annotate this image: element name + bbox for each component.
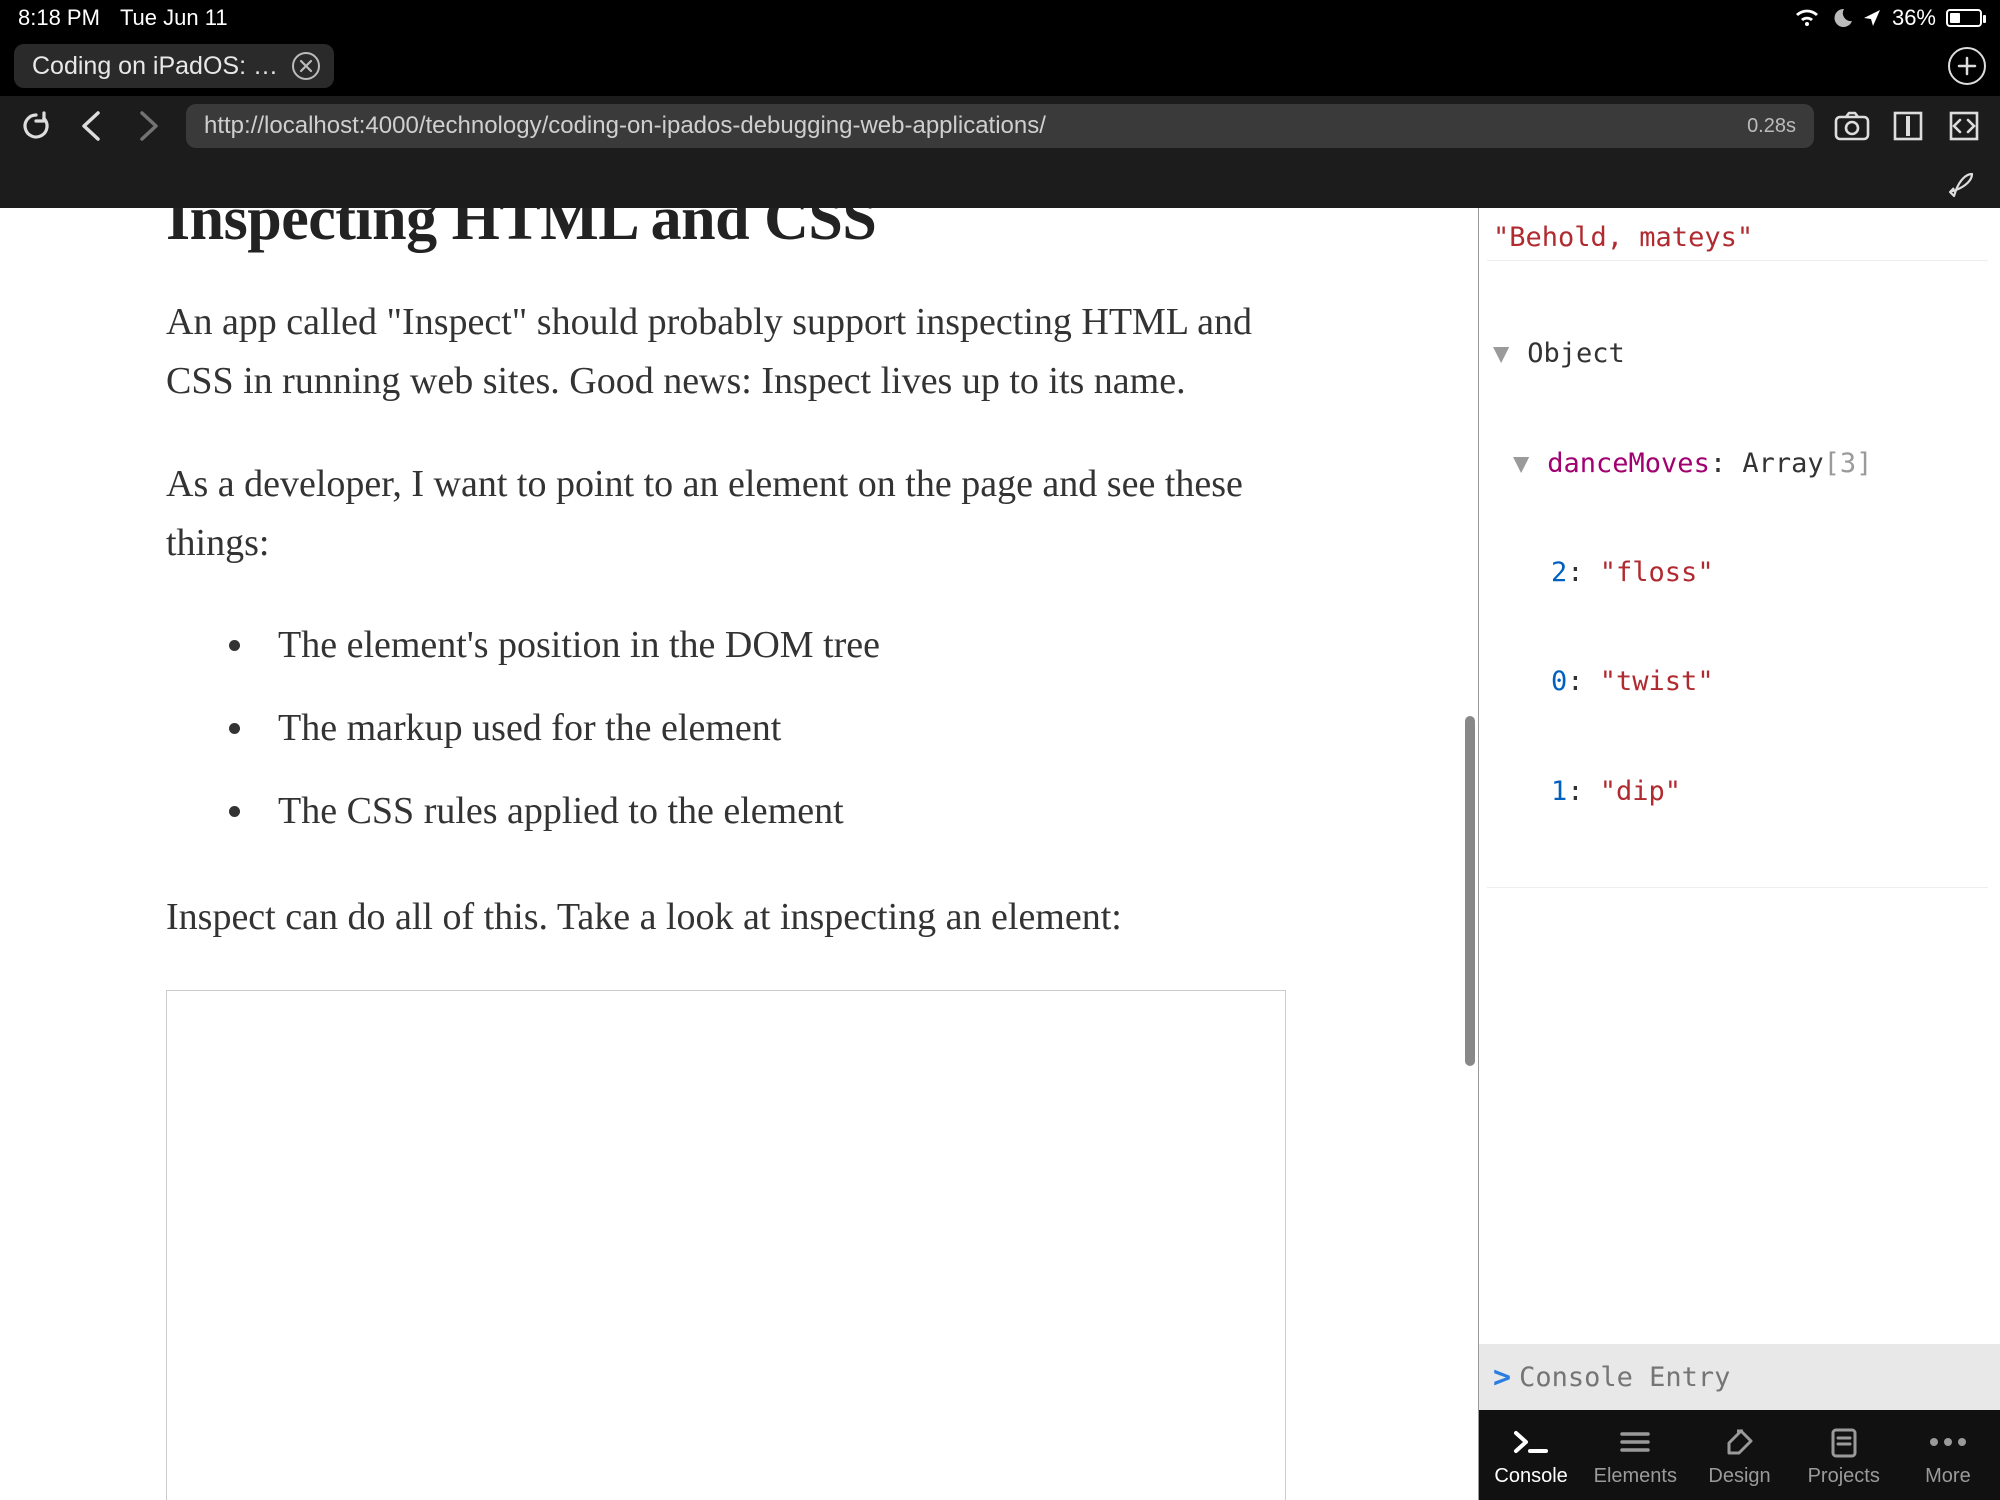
page-paragraph: An app called "Inspect" should probably … [166, 293, 1254, 411]
console-prop-type: Array [1742, 448, 1823, 479]
console-array-index: 2 [1551, 557, 1567, 588]
moon-icon [1830, 7, 1852, 29]
panel-toggle-icon[interactable] [1890, 108, 1926, 144]
scrollbar[interactable] [1465, 716, 1475, 1066]
toolbar: http://localhost:4000/technology/coding-… [0, 96, 2000, 156]
tab-label: More [1925, 1465, 1971, 1488]
load-time: 0.28s [1747, 115, 1796, 138]
camera-icon[interactable] [1834, 108, 1870, 144]
list-item: The element's position in the DOM tree [258, 617, 1254, 674]
console-array-value: "twist" [1600, 666, 1714, 697]
devtools-panel: "Behold, mateys" ▼ Object ▼ danceMoves: … [1478, 208, 2000, 1500]
console-icon [1512, 1423, 1550, 1461]
page-preview[interactable]: Inspecting HTML and CSS An app called "I… [0, 208, 1478, 1500]
url-bar[interactable]: http://localhost:4000/technology/coding-… [186, 104, 1814, 148]
tab-label: Design [1708, 1465, 1770, 1488]
status-time: 8:18 PM [18, 5, 100, 31]
chevron-right-icon: > [1493, 1360, 1511, 1395]
tab-elements[interactable]: Elements [1583, 1410, 1687, 1500]
page-paragraph: As a developer, I want to point to an el… [166, 455, 1254, 573]
more-icon [1930, 1423, 1966, 1461]
console-prop-len: [3] [1824, 448, 1873, 479]
console-array-value: "floss" [1600, 557, 1714, 588]
console-output[interactable]: "Behold, mateys" ▼ Object ▼ danceMoves: … [1479, 208, 2000, 1344]
devtools-secondary-bar [0, 156, 2000, 208]
list-item: The markup used for the element [258, 700, 1254, 757]
console-array-value: "dip" [1600, 776, 1681, 807]
console-input-row[interactable]: > [1479, 1344, 2000, 1410]
browser-tab[interactable]: Coding on iPadOS: D… [14, 44, 334, 88]
console-array-index: 1 [1551, 776, 1567, 807]
disclosure-triangle-icon[interactable]: ▼ [1513, 446, 1531, 482]
console-input[interactable] [1519, 1362, 1986, 1393]
close-tab-icon[interactable] [292, 52, 320, 80]
tab-label: Elements [1594, 1465, 1677, 1488]
back-icon[interactable] [74, 108, 110, 144]
tab-more[interactable]: More [1896, 1410, 2000, 1500]
tab-design[interactable]: Design [1687, 1410, 1791, 1500]
projects-icon [1829, 1423, 1859, 1461]
battery-percent: 36% [1892, 5, 1936, 31]
tab-projects[interactable]: Projects [1792, 1410, 1896, 1500]
status-date: Tue Jun 11 [120, 5, 228, 31]
page-list: The element's position in the DOM tree T… [258, 617, 1254, 840]
location-icon [1862, 8, 1882, 28]
tab-label: Projects [1808, 1465, 1880, 1488]
wifi-icon [1794, 8, 1820, 28]
list-item: The CSS rules applied to the element [258, 783, 1254, 840]
design-icon [1723, 1423, 1757, 1461]
page-heading: Inspecting HTML and CSS [166, 208, 1254, 255]
console-prop-name: danceMoves [1547, 448, 1710, 479]
tab-console[interactable]: Console [1479, 1410, 1583, 1500]
image-placeholder [166, 990, 1286, 1500]
main-area: Inspecting HTML and CSS An app called "I… [0, 208, 2000, 1500]
forward-icon[interactable] [130, 108, 166, 144]
page-paragraph: Inspect can do all of this. Take a look … [166, 888, 1254, 947]
elements-icon [1618, 1423, 1652, 1461]
run-icon[interactable] [1944, 166, 1976, 198]
console-object-label: Object [1527, 338, 1625, 369]
reload-icon[interactable] [18, 108, 54, 144]
devtools-tabbar: Console Elements Design Projects [1479, 1410, 2000, 1500]
tab-bar: Coding on iPadOS: D… [0, 36, 2000, 96]
new-tab-button[interactable] [1948, 47, 1986, 85]
tab-label: Console [1494, 1465, 1567, 1488]
tab-title: Coding on iPadOS: D… [32, 52, 278, 81]
battery-icon [1946, 9, 1982, 27]
console-log: "Behold, mateys" [1493, 222, 1753, 253]
device-toggle-icon[interactable] [1946, 108, 1982, 144]
console-array-index: 0 [1551, 666, 1567, 697]
url-text: http://localhost:4000/technology/coding-… [204, 112, 1737, 140]
status-bar: 8:18 PM Tue Jun 11 36% [0, 0, 2000, 36]
disclosure-triangle-icon[interactable]: ▼ [1493, 336, 1511, 372]
